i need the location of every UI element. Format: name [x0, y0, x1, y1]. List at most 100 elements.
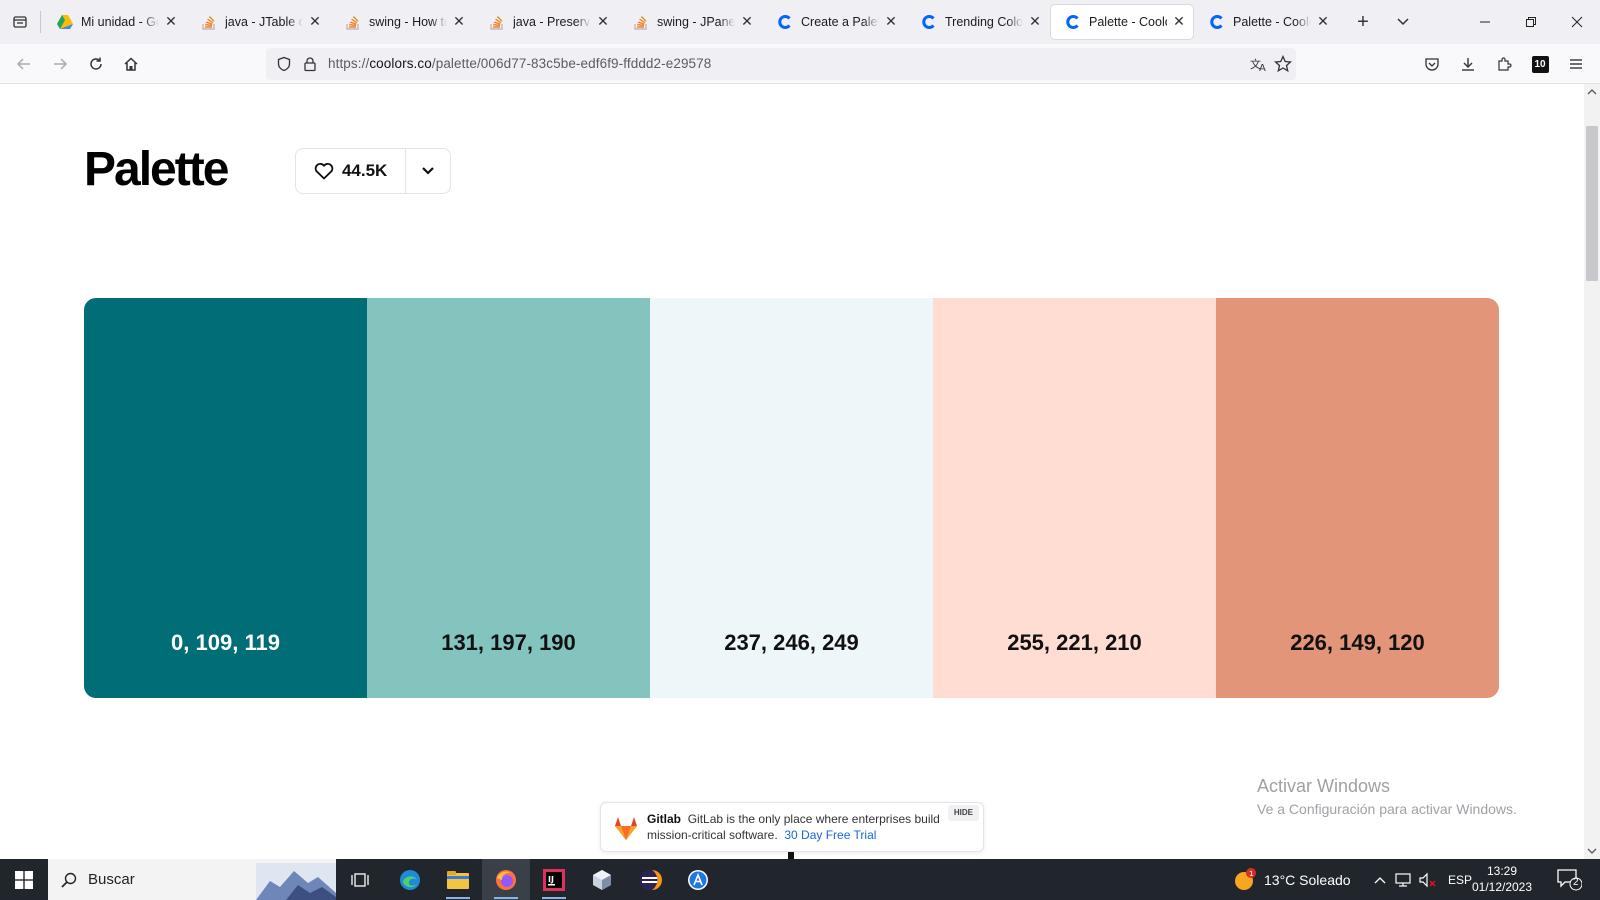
close-window-button[interactable]: [1554, 0, 1600, 44]
new-tab-button[interactable]: +: [1343, 5, 1383, 39]
swatch-rgb-value[interactable]: 0, 109, 119: [84, 630, 367, 656]
browser-tab[interactable]: Create a Palette ✕: [763, 5, 905, 39]
gitlab-ad-banner[interactable]: Gitlab GitLab is the only place where en…: [600, 802, 984, 852]
browser-tab[interactable]: swing - How to ✕: [331, 5, 473, 39]
color-swatch[interactable]: 131, 197, 190: [367, 298, 650, 698]
ad-brand: Gitlab: [647, 812, 682, 826]
hamburger-menu-icon: [1570, 59, 1582, 69]
task-view-button[interactable]: [336, 859, 384, 900]
coolors-icon: [1065, 14, 1081, 30]
downloads-button[interactable]: [1452, 48, 1484, 80]
download-icon: [1462, 58, 1474, 71]
coolors-icon: [1209, 14, 1225, 30]
browser-tab[interactable]: swing - JPanel P ✕: [619, 5, 761, 39]
browser-tab[interactable]: java - Preserve b ✕: [475, 5, 617, 39]
browser-tab[interactable]: java - JTable cha ✕: [187, 5, 329, 39]
tab-title: swing - How to: [369, 15, 447, 29]
close-tab-icon[interactable]: ✕: [1315, 13, 1331, 29]
extension-badge: 10: [1531, 55, 1549, 73]
weather-text: 13°C Soleado: [1264, 871, 1351, 888]
url-host: coolors.co: [369, 56, 432, 71]
show-hidden-icons-button[interactable]: [1374, 859, 1386, 900]
translate-icon[interactable]: 文A: [1250, 56, 1268, 72]
color-swatch[interactable]: 237, 246, 249: [650, 298, 933, 698]
taskbar-search-box[interactable]: Buscar: [48, 859, 336, 900]
tab-strip: Mi unidad - Goo✕java - JTable cha✕swing …: [0, 0, 1600, 44]
ad-hide-button[interactable]: HIDE: [947, 805, 979, 821]
coolors-icon: [921, 14, 937, 30]
home-icon: [124, 57, 138, 71]
palette-swatches: 0, 109, 119 131, 197, 190 237, 246, 249 255…: [84, 298, 1499, 698]
color-swatch[interactable]: 255, 221, 210: [933, 298, 1216, 698]
color-swatch[interactable]: 0, 109, 119: [84, 298, 367, 698]
taskbar-clock[interactable]: 13:29 01/12/2023: [1466, 863, 1538, 895]
tracking-protection-shield-icon[interactable]: [276, 56, 292, 72]
arrow-left-icon: [16, 58, 30, 70]
taskbar-file-explorer[interactable]: [434, 859, 482, 900]
swatch-rgb-value[interactable]: 226, 149, 120: [1216, 630, 1499, 656]
ad-cta-link[interactable]: 30 Day Free Trial: [784, 828, 876, 842]
page-scrollbar[interactable]: [1584, 84, 1600, 859]
close-tab-icon[interactable]: ✕: [307, 13, 323, 29]
swatch-rgb-value[interactable]: 255, 221, 210: [933, 630, 1216, 656]
taskbar-eclipse[interactable]: [626, 859, 674, 900]
search-placeholder: Buscar: [88, 871, 135, 888]
back-button[interactable]: [8, 48, 40, 80]
forward-button[interactable]: [44, 48, 76, 80]
like-button[interactable]: 44.5K: [296, 149, 405, 193]
list-all-tabs-button[interactable]: [1383, 5, 1423, 39]
tab-title: java - JTable cha: [225, 15, 303, 29]
close-tab-icon[interactable]: ✕: [595, 13, 611, 29]
close-tab-icon[interactable]: ✕: [163, 13, 179, 29]
firefox-view-icon: [13, 16, 27, 28]
browser-tab[interactable]: Mi unidad - Goo ✕: [43, 5, 185, 39]
taskbar-intellij[interactable]: IJ: [530, 859, 578, 900]
task-view-icon: [351, 872, 369, 887]
color-swatch[interactable]: 226, 149, 120: [1216, 298, 1499, 698]
taskbar-edge[interactable]: [386, 859, 434, 900]
lock-icon[interactable]: [302, 56, 318, 72]
extension-badge-button[interactable]: 10: [1524, 48, 1556, 80]
close-tab-icon[interactable]: ✕: [1027, 13, 1043, 29]
scrollbar-thumb[interactable]: [1586, 126, 1598, 281]
taskbar-app-cube[interactable]: [578, 859, 626, 900]
notification-center-button[interactable]: 2: [1556, 867, 1583, 891]
carousel-dots[interactable]: [770, 852, 920, 859]
bookmark-star-icon[interactable]: [1274, 55, 1292, 73]
scroll-up-button[interactable]: [1584, 84, 1600, 100]
close-tab-icon[interactable]: ✕: [451, 13, 467, 29]
app-menu-button[interactable]: [1560, 48, 1592, 80]
extensions-button[interactable]: [1488, 48, 1520, 80]
network-tray-button[interactable]: [1394, 859, 1412, 900]
pocket-icon: [1425, 58, 1439, 71]
close-tab-icon[interactable]: ✕: [739, 13, 755, 29]
svg-text:A: A: [1259, 63, 1266, 72]
browser-tab[interactable]: Trending Color P ✕: [907, 5, 1049, 39]
swatch-rgb-value[interactable]: 237, 246, 249: [650, 630, 933, 656]
windows-logo-icon: [15, 870, 33, 889]
address-bar[interactable]: https://coolors.co/palette/006d77-83c5be…: [266, 48, 1296, 80]
taskbar-app-store[interactable]: [674, 859, 722, 900]
stackoverflow-icon: [633, 14, 649, 30]
restore-button[interactable]: [1508, 0, 1554, 44]
close-tab-icon[interactable]: ✕: [883, 13, 899, 29]
swatch-rgb-value[interactable]: 131, 197, 190: [367, 630, 650, 656]
sun-weather-icon: 1: [1235, 867, 1256, 890]
firefox-view-button[interactable]: [0, 0, 40, 44]
browser-tab[interactable]: Palette - Coolors ✕: [1051, 5, 1193, 39]
url-text[interactable]: https://coolors.co/palette/006d77-83c5be…: [328, 56, 711, 71]
minimize-button[interactable]: [1462, 0, 1508, 44]
close-tab-icon[interactable]: ✕: [1171, 13, 1187, 29]
weather-badge: 1: [1249, 870, 1253, 878]
taskbar-firefox[interactable]: [482, 859, 530, 900]
pocket-button[interactable]: [1416, 48, 1448, 80]
palette-options-dropdown[interactable]: [405, 149, 450, 193]
browser-tab[interactable]: Palette - Coolors ✕: [1195, 5, 1337, 39]
scroll-down-button[interactable]: [1584, 843, 1600, 859]
reload-button[interactable]: [80, 48, 112, 80]
start-button[interactable]: [0, 859, 48, 900]
network-icon: [1395, 872, 1411, 887]
weather-widget[interactable]: 1 13°C Soleado: [1232, 859, 1351, 900]
volume-tray-button[interactable]: [1418, 859, 1438, 900]
home-button[interactable]: [115, 48, 147, 80]
